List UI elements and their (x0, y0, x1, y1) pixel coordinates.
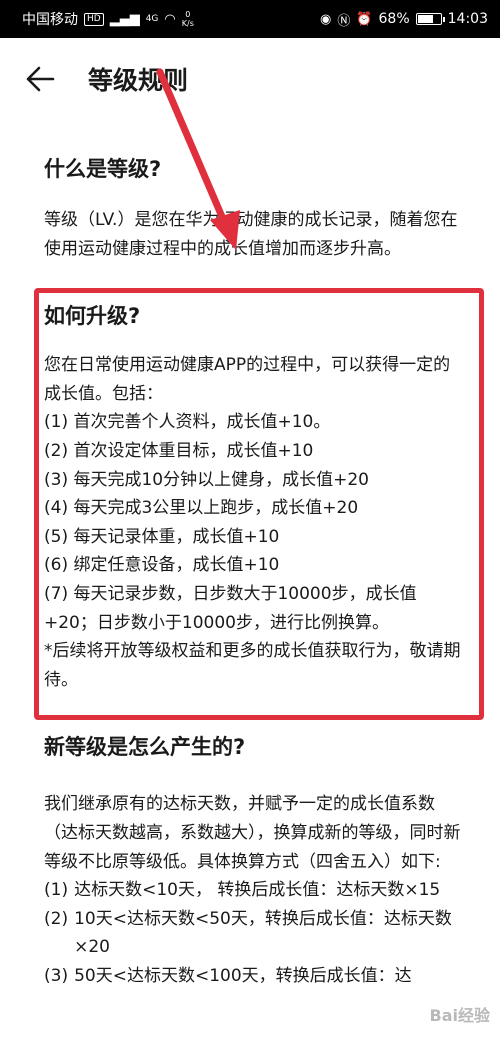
conversion-item-number: (3) (44, 965, 69, 986)
conversion-item-text: 达标天数<10天， 转换后成长值：达标天数×15 (74, 880, 441, 901)
conversion-item: (1) 达标天数<10天， 转换后成长值：达标天数×15 (44, 876, 464, 905)
section-upgrade-intro: 您在日常使用运动健康APP的过程中，可以获得一定的成长值。包括： (44, 355, 451, 404)
conversion-item-number: (1) (44, 880, 69, 901)
section-what-body: 等级（LV.）是您在华为运动健康的成长记录，随着您在使用运动健康过程中的成长值增… (44, 210, 458, 259)
conversion-item-text: 10天<达标天数<50天，转换后成长值：达标天数×20 (74, 908, 452, 958)
page-title: 等级规则 (88, 66, 189, 95)
alarm-icon: ⏰ (356, 11, 373, 27)
upgrade-item: (4) 每天完成3公里以上跑步，成长值+20 (44, 498, 359, 519)
upgrade-item: (5) 每天记录体重，成长值+10 (44, 526, 280, 547)
upgrade-item: (1) 首次完善个人资料，成长值+10。 (44, 412, 331, 433)
upgrade-item: (3) 每天完成10分钟以上健身，成长值+20 (44, 469, 369, 490)
back-button[interactable] (0, 38, 80, 120)
signal-icon: ▂▄▆ (109, 11, 140, 27)
conversion-item: (3) 50天<达标天数<100天，转换后成长值：达 (44, 962, 464, 991)
section-upgrade-title: 如何升级? (44, 304, 141, 329)
wifi-icon: ◠ (164, 11, 176, 27)
eye-icon: ◉ (319, 11, 332, 27)
conversion-item-text: 50天<达标天数<100天，转换后成长值：达 (74, 965, 412, 986)
speed-value: 0 (185, 10, 191, 19)
conversion-item: (2) 10天<达标天数<50天，转换后成长值：达标天数×20 (44, 905, 464, 962)
net-type-label: 4G (145, 14, 159, 24)
section-new-level-intro: 我们继承原有的达标天数，并赋予一定的成长值系数（达标天数越高，系数越大），换算成… (44, 794, 461, 872)
upgrade-item: (7) 每天记录步数，日步数大于10000步，成长值+20；日步数小于10000… (44, 583, 417, 633)
speed-unit: K/s (181, 19, 194, 28)
battery-icon (415, 13, 445, 25)
status-bar: 中国移动 HD ▂▄▆ 4G ◠ 0 K/s ◉ Ⓝ ⏰ 68% 14:03 (0, 0, 500, 38)
conversion-item-number: (2) (44, 908, 69, 929)
upgrade-item: (6) 绑定任意设备，成长值+10 (44, 555, 280, 576)
app-header: 等级规则 (0, 38, 500, 120)
arrow-left-icon (26, 66, 55, 92)
hd-badge: HD (84, 12, 104, 26)
section-new-level-title: 新等级是怎么产生的? (44, 735, 246, 760)
nfc-icon: Ⓝ (337, 13, 351, 29)
watermark-logo: Bai经验 (429, 1006, 490, 1025)
network-speed: 0 K/s (182, 10, 194, 28)
carrier-name: 中国移动 (22, 12, 78, 28)
upgrade-note: *后续将开放等级权益和更多的成长值获取行为，敬请期待。 (44, 641, 461, 690)
battery-percent: 68% (378, 11, 410, 27)
battery-fill (417, 15, 433, 23)
clock: 14:03 (447, 11, 488, 27)
upgrade-item: (2) 首次设定体重目标，成长值+10 (44, 440, 314, 461)
rules-content: 什么是等级? 等级（LV.）是您在华为运动健康的成长记录，随着您在使用运动健康过… (44, 150, 464, 990)
section-what-title: 什么是等级? (44, 157, 162, 181)
